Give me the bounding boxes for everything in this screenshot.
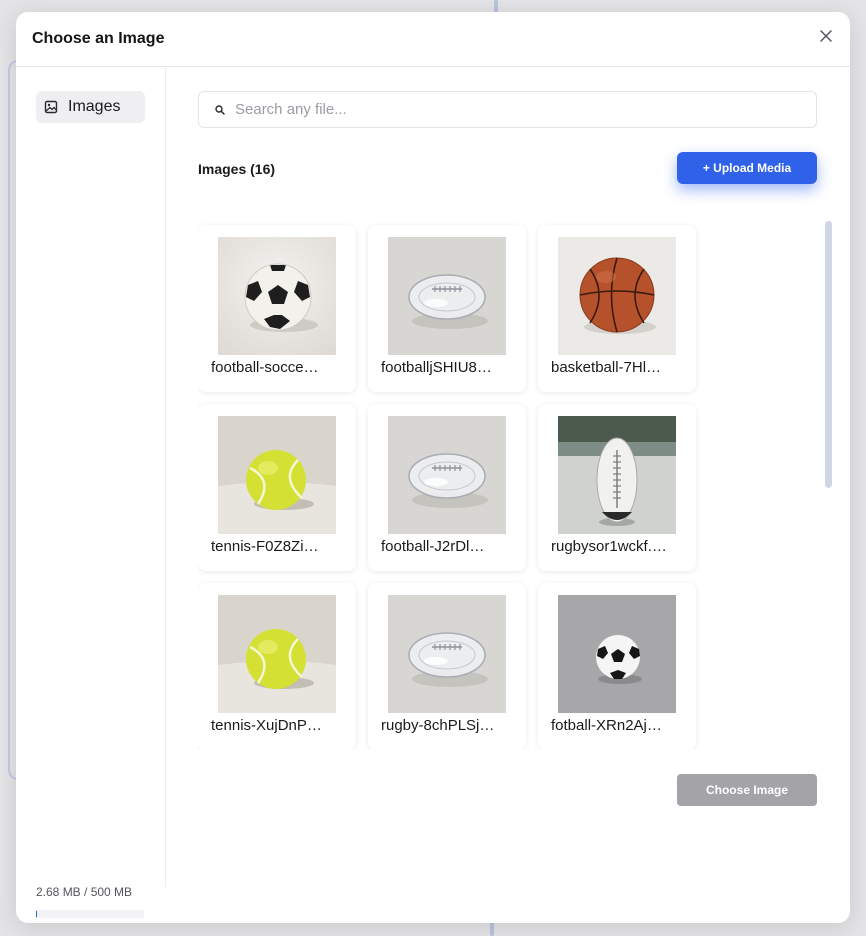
image-thumbnail <box>388 416 506 534</box>
image-thumbnail <box>558 595 676 713</box>
upload-media-button[interactable]: + Upload Media <box>677 152 817 184</box>
image-thumbnail <box>218 416 336 534</box>
image-filename: footballjSHIU8… <box>381 359 492 376</box>
image-card[interactable]: tennis-F0Z8Zi… <box>198 404 356 571</box>
image-card[interactable]: rugby-8chPLSj… <box>368 583 526 749</box>
image-card[interactable]: rugbysor1wckf.… <box>538 404 696 571</box>
image-thumbnail <box>218 595 336 713</box>
images-count-heading: Images (16) <box>198 161 276 177</box>
image-filename: football-J2rDl… <box>381 538 485 555</box>
image-filename: basketball-7Hl… <box>551 359 662 376</box>
image-card[interactable]: football-J2rDl… <box>368 404 526 571</box>
image-filename: tennis-F0Z8Zi… <box>211 538 319 555</box>
image-thumbnail <box>388 595 506 713</box>
sidebar-item-label: Images <box>68 98 121 115</box>
close-icon <box>820 30 832 42</box>
choose-image-button[interactable]: Choose Image <box>677 774 817 806</box>
choose-image-modal: Choose an Image Images 2.68 MB / 500 MB <box>16 12 850 923</box>
search-icon <box>215 104 225 115</box>
image-card[interactable]: football-socce… <box>198 225 356 392</box>
search-box[interactable] <box>198 91 817 128</box>
scrollbar[interactable] <box>825 221 832 749</box>
image-grid-viewport: football-socce… footballjSHIU8… basketball… <box>198 208 834 749</box>
image-grid: football-socce… footballjSHIU8… basketball… <box>198 225 696 749</box>
image-thumbnail <box>558 237 676 355</box>
modal-header: Choose an Image <box>16 12 850 67</box>
sidebar-item-images[interactable]: Images <box>36 91 145 123</box>
image-filename: rugbysor1wckf.… <box>551 538 667 555</box>
background-connector <box>490 922 494 936</box>
storage-usage-fill <box>36 910 37 918</box>
image-filename: rugby-8chPLSj… <box>381 717 495 734</box>
image-thumbnail <box>218 237 336 355</box>
image-card[interactable]: tennis-XujDnP… <box>198 583 356 749</box>
image-filename: fotball-XRn2Aj… <box>551 717 662 734</box>
image-thumbnail <box>558 416 676 534</box>
storage-usage-text: 2.68 MB / 500 MB <box>36 885 133 899</box>
close-button[interactable] <box>816 26 836 46</box>
image-filename: football-socce… <box>211 359 319 376</box>
image-card[interactable]: basketball-7Hl… <box>538 225 696 392</box>
image-filename: tennis-XujDnP… <box>211 717 322 734</box>
image-icon <box>44 100 58 114</box>
sidebar: Images 2.68 MB / 500 MB <box>16 67 166 918</box>
modal-title: Choose an Image <box>32 30 165 47</box>
image-card[interactable]: footballjSHIU8… <box>368 225 526 392</box>
search-input[interactable] <box>235 101 816 118</box>
scrollbar-thumb[interactable] <box>825 221 832 488</box>
image-thumbnail <box>388 237 506 355</box>
storage-usage-bar <box>36 910 144 918</box>
image-card[interactable]: fotball-XRn2Aj… <box>538 583 696 749</box>
